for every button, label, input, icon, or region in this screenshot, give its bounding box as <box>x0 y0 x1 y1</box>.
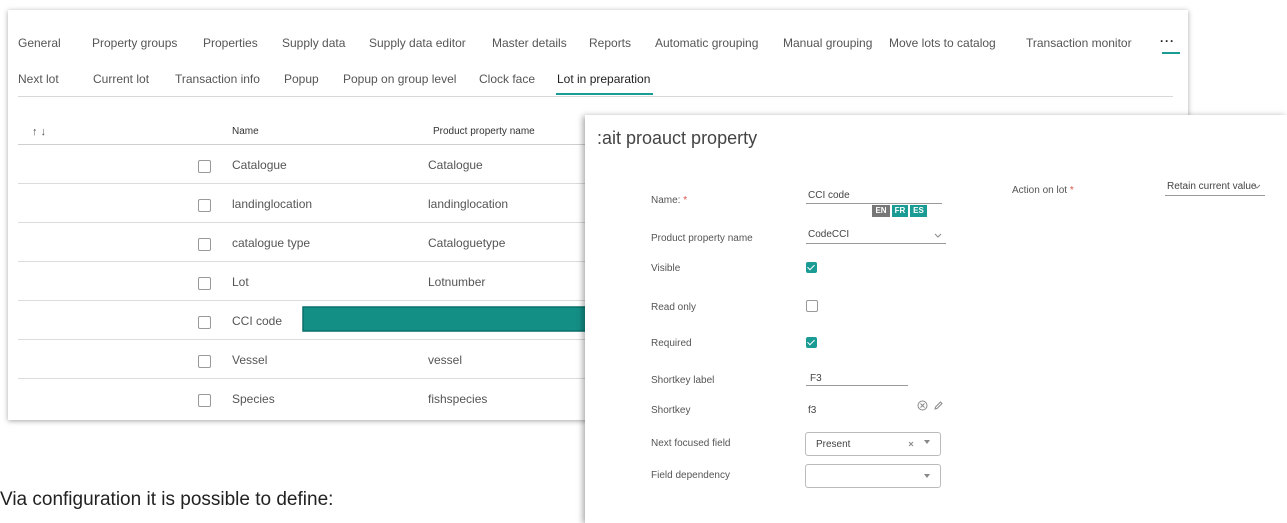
row-property: fishspecies <box>428 392 488 406</box>
action-on-lot-label: Action on lot * <box>1012 185 1074 196</box>
product-property-underline <box>806 243 946 244</box>
row-name: catalogue type <box>232 236 311 250</box>
shortkey-label-underline <box>806 385 908 386</box>
subtab-lot-in-preparation[interactable]: Lot in preparation <box>557 72 650 86</box>
row-property: vessel <box>428 353 463 367</box>
row-checkbox[interactable] <box>198 160 211 173</box>
clear-icon[interactable] <box>908 441 914 447</box>
next-focused-field-select[interactable]: Present <box>805 432 941 456</box>
column-header-product-property[interactable]: Product property name <box>433 126 535 137</box>
table-row[interactable]: landinglocation landinglocation <box>18 184 618 223</box>
arrow-icon <box>302 291 629 347</box>
table-row[interactable]: catalogue type Cataloguetype <box>18 223 618 262</box>
subtab-next-lot[interactable]: Next lot <box>18 72 59 86</box>
subtab-popup[interactable]: Popup <box>284 72 319 86</box>
tab-master-details[interactable]: Master details <box>492 36 567 50</box>
field-dependency-label: Field dependency <box>651 470 730 481</box>
visible-label: Visible <box>651 263 681 274</box>
row-name: Vessel <box>232 353 268 367</box>
row-checkbox[interactable] <box>198 355 211 368</box>
shortkey-label-label: Shortkey label <box>651 375 715 386</box>
tab-reports[interactable]: Reports <box>589 36 631 50</box>
dialog-title: :ait proauct property <box>597 128 758 148</box>
lang-fr-button[interactable]: FR <box>892 205 908 217</box>
lang-es-button[interactable]: ES <box>910 205 927 217</box>
row-name: Catalogue <box>232 158 287 172</box>
caret-down-icon[interactable] <box>924 474 930 478</box>
chevron-down-icon[interactable] <box>1253 184 1261 190</box>
name-field[interactable]: CCI code <box>808 190 850 201</box>
tab-property-groups[interactable]: Property groups <box>92 36 177 50</box>
tab-automatic-grouping[interactable]: Automatic grouping <box>655 36 758 50</box>
name-underline <box>806 203 942 204</box>
top-tab-bar: General Property groups Properties Suppl… <box>18 34 1180 60</box>
table-row[interactable]: Catalogue Catalogue <box>18 145 618 184</box>
clear-circle-icon[interactable] <box>917 400 928 411</box>
subtab-clock-face[interactable]: Clock face <box>479 72 535 86</box>
product-property-label: Product property name <box>651 233 753 244</box>
tab-move-lots-to-catalog[interactable]: Move lots to catalog <box>889 36 996 50</box>
row-checkbox[interactable] <box>198 199 211 212</box>
required-label: Required <box>651 338 692 349</box>
more-tabs-icon[interactable]: ··· <box>1160 34 1175 48</box>
row-property: landinglocation <box>428 197 509 211</box>
field-dependency-select[interactable] <box>805 464 941 488</box>
caret-down-icon[interactable] <box>924 440 930 444</box>
action-on-lot-underline <box>1165 195 1265 196</box>
required-checkbox[interactable] <box>806 337 817 348</box>
read-only-checkbox[interactable] <box>806 300 818 312</box>
pencil-icon[interactable] <box>933 400 944 411</box>
name-label: Name: * <box>651 195 688 206</box>
row-property: Catalogue <box>428 158 483 172</box>
row-checkbox[interactable] <box>198 238 211 251</box>
shortkey-label-field[interactable]: F3 <box>810 373 822 384</box>
sub-tab-bar: Next lot Current lot Transaction info Po… <box>18 72 1173 97</box>
row-checkbox[interactable] <box>198 277 211 290</box>
row-property: Cataloguetype <box>428 236 506 250</box>
subtab-current-lot[interactable]: Current lot <box>93 72 149 86</box>
table-row[interactable]: Species fishspecies <box>18 379 618 417</box>
table-header: ↑ ↓ Name Product property name <box>18 118 618 145</box>
subtab-popup-on-group-level[interactable]: Popup on group level <box>343 72 456 86</box>
row-name: Lot <box>232 275 249 289</box>
row-property: Lotnumber <box>428 275 486 289</box>
shortkey-value: f3 <box>808 405 817 416</box>
subtab-transaction-info[interactable]: Transaction info <box>175 72 260 86</box>
next-focused-field-value: Present <box>816 439 851 450</box>
next-focused-field-label: Next focused field <box>651 438 731 449</box>
row-name: landinglocation <box>232 197 313 211</box>
visible-checkbox[interactable] <box>806 262 817 273</box>
tab-properties[interactable]: Properties <box>203 36 258 50</box>
sort-icon[interactable]: ↑ ↓ <box>32 126 46 138</box>
tab-transaction-monitor[interactable]: Transaction monitor <box>1026 36 1132 50</box>
row-checkbox[interactable] <box>198 316 211 329</box>
more-tabs-underline <box>1162 52 1180 54</box>
read-only-label: Read only <box>651 302 697 313</box>
chevron-down-icon[interactable] <box>934 233 942 239</box>
shortkey-label: Shortkey <box>651 405 691 416</box>
row-name: CCI code <box>232 314 283 328</box>
product-property-select[interactable]: CodeCCI <box>808 229 849 240</box>
row-checkbox[interactable] <box>198 394 211 407</box>
tab-supply-data[interactable]: Supply data <box>282 36 345 50</box>
active-subtab-underline <box>556 93 653 95</box>
tab-general[interactable]: General <box>18 36 61 50</box>
edit-product-property-dialog <box>585 115 1287 523</box>
tab-manual-grouping[interactable]: Manual grouping <box>783 36 872 50</box>
tab-supply-data-editor[interactable]: Supply data editor <box>369 36 466 50</box>
lang-en-button[interactable]: EN <box>872 205 890 217</box>
action-on-lot-select[interactable]: Retain current value <box>1167 181 1257 192</box>
row-name: Species <box>232 392 275 406</box>
column-header-name[interactable]: Name <box>232 126 259 137</box>
caption-text: Via configuration it is possible to defi… <box>0 489 334 510</box>
